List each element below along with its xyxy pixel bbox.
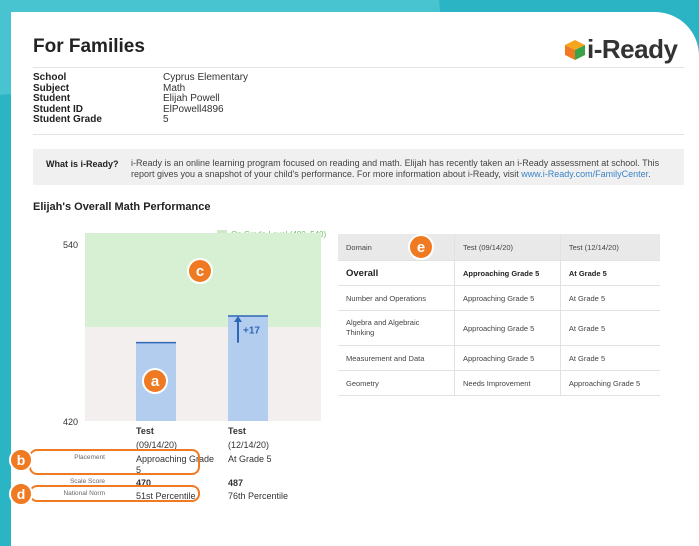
table-row: Number and Operations Approaching Grade … <box>338 285 660 311</box>
scale-score-row-label: Scale Score <box>69 478 105 485</box>
callout-marker-d: d <box>9 482 33 506</box>
test2-scale-score: 487 <box>228 478 244 488</box>
test2-placement: At Grade 5 <box>228 454 272 464</box>
table-row: Algebra and Algebraic Thinking Approachi… <box>338 310 660 346</box>
domain-table-header: Domain Test (09/14/20) Test (12/14/20) <box>338 234 660 261</box>
growth-label: +17 <box>243 325 260 336</box>
test2-date: (12/14/20) <box>228 440 270 450</box>
below-grade-region <box>85 327 321 421</box>
test2-national-norm: 76th Percentile <box>228 491 289 501</box>
table-row: Geometry Needs Improvement Approaching G… <box>338 370 660 396</box>
header-domain: Domain <box>338 234 455 261</box>
callout-marker-a: a <box>142 368 168 394</box>
test2-name: Test <box>228 426 246 436</box>
report-card: For Families i-Ready School Cyprus Elemen… <box>9 12 699 546</box>
table-row: Overall Approaching Grade 5 At Grade 5 <box>338 260 660 286</box>
callout-marker-c: c <box>187 258 213 284</box>
header-test1: Test (09/14/20) <box>454 234 561 261</box>
table-row: Measurement and Data Approaching Grade 5… <box>338 345 660 371</box>
callout-marker-b: b <box>9 448 33 472</box>
test1-name: Test <box>136 426 154 436</box>
header-test2: Test (12/14/20) <box>559 234 660 261</box>
callout-marker-e: e <box>408 234 434 260</box>
domain-table: Domain Test (09/14/20) Test (12/14/20) O… <box>338 234 660 396</box>
placement-highlight <box>29 449 200 475</box>
test2-stats: Test (12/14/20) At Grade 5 487 76th Perc… <box>228 426 308 502</box>
national-norm-highlight <box>29 485 200 502</box>
